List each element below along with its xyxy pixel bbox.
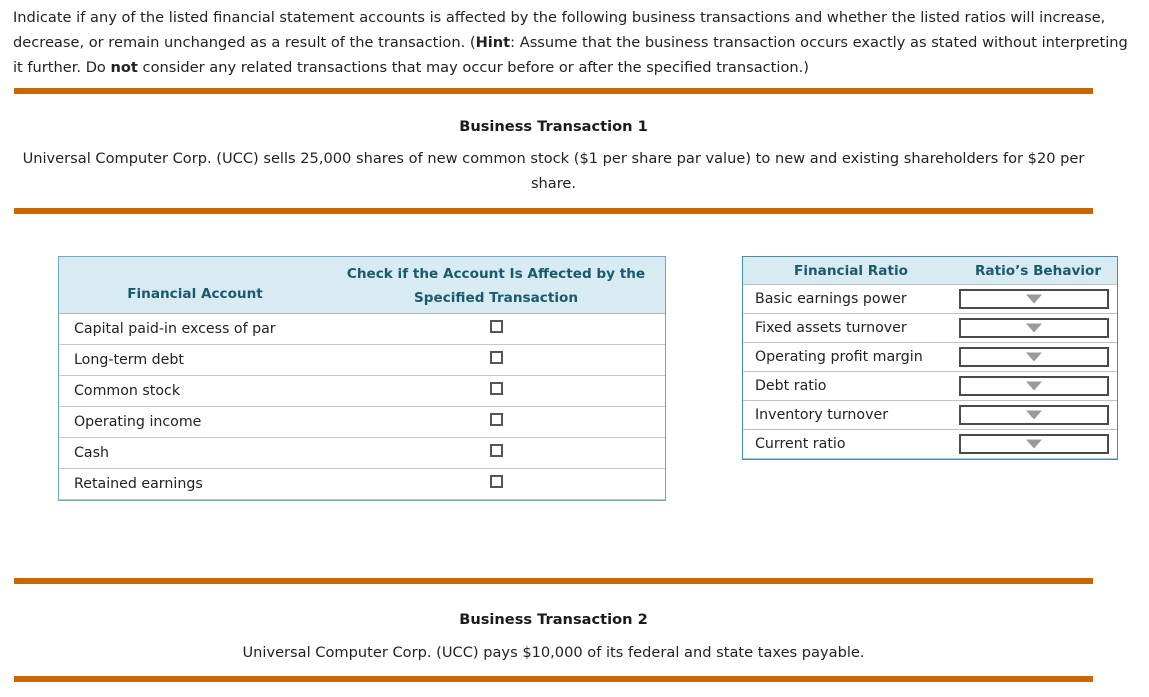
transaction-1-title: Business Transaction 1	[459, 118, 648, 135]
ratio-behavior-cell	[959, 289, 1117, 309]
table-row: Operating income	[59, 406, 665, 437]
transaction-2-title: Business Transaction 2	[459, 611, 648, 628]
checkbox-icon[interactable]	[489, 444, 503, 457]
checkbox-icon[interactable]	[489, 320, 503, 333]
account-name-cell: Cash	[74, 445, 109, 461]
table-row: Cash	[59, 437, 665, 468]
chevron-down-icon	[1026, 352, 1042, 362]
ratio-behavior-dropdown[interactable]	[959, 347, 1109, 367]
not-label: not	[110, 59, 138, 76]
chevron-down-icon	[1026, 439, 1042, 449]
table-row: Inventory turnover	[743, 400, 1117, 429]
ratio-behavior-cell	[959, 405, 1117, 425]
table-row: Operating profit margin	[743, 342, 1117, 371]
account-name-cell: Retained earnings	[74, 476, 203, 492]
divider-rule-bottom	[14, 676, 1093, 682]
transaction-2-block: Business Transaction 2 Universal Compute…	[14, 609, 1093, 665]
ratio-behavior-cell	[959, 376, 1117, 396]
ratio-name-cell: Operating profit margin	[755, 349, 923, 365]
instructions-part-3: consider any related transactions that m…	[137, 59, 809, 76]
account-checkbox-cell	[331, 469, 661, 488]
table-row: Fixed assets turnover	[743, 313, 1117, 342]
ratio-behavior-dropdown[interactable]	[959, 318, 1109, 338]
ratio-behavior-cell	[959, 434, 1117, 454]
account-name-cell: Common stock	[74, 383, 181, 399]
chevron-down-icon	[1026, 381, 1042, 391]
transaction-2-body: Universal Computer Corp. (UCC) pays $10,…	[242, 644, 865, 661]
table-row: Retained earnings	[59, 468, 665, 499]
chevron-down-icon	[1026, 323, 1042, 333]
ratio-behavior-cell	[959, 347, 1117, 367]
table-row: Debt ratio	[743, 371, 1117, 400]
financial-ratio-rows: Basic earnings power Fixed assets turnove…	[743, 284, 1117, 459]
ratio-behavior-cell	[959, 318, 1117, 338]
ratio-name-cell: Debt ratio	[755, 378, 827, 394]
ratio-behavior-dropdown[interactable]	[959, 289, 1109, 309]
account-name-cell: Operating income	[74, 414, 202, 430]
chevron-down-icon	[1026, 410, 1042, 420]
table-row: Long-term debt	[59, 344, 665, 375]
account-checkbox-cell	[331, 345, 661, 364]
financial-account-rows: Capital paid-in excess of par Long-term d…	[59, 313, 665, 500]
hint-label: Hint	[475, 34, 511, 51]
account-checkbox-cell	[331, 314, 661, 333]
account-name-cell: Capital paid-in excess of par	[74, 321, 276, 337]
checkbox-icon[interactable]	[489, 413, 503, 426]
account-checkbox-cell	[331, 376, 661, 395]
table-row: Common stock	[59, 375, 665, 406]
chevron-down-icon	[1026, 294, 1042, 304]
divider-rule-above-transaction-2	[14, 578, 1093, 584]
ratio-name-cell: Basic earnings power	[755, 291, 907, 307]
table-row: Capital paid-in excess of par	[59, 313, 665, 344]
ratio-behavior-dropdown[interactable]	[959, 434, 1109, 454]
table-row: Current ratio	[743, 429, 1117, 458]
ratio-name-cell: Current ratio	[755, 436, 846, 452]
account-checkbox-cell	[331, 407, 661, 426]
transaction-1-block: Business Transaction 1 Universal Compute…	[14, 116, 1093, 196]
table-row: Basic earnings power	[743, 284, 1117, 313]
transaction-1-body: Universal Computer Corp. (UCC) sells 25,…	[22, 150, 1085, 192]
column-header-ratio-behavior: Ratio’s Behavior	[974, 262, 1102, 279]
account-checkbox-cell	[331, 438, 661, 457]
column-header-check-if-affected: Check if the Account Is Affected by the …	[331, 260, 661, 313]
divider-rule-below-transaction-1	[14, 208, 1093, 214]
column-header-check-line-1: Check if the Account Is Affected by the	[346, 266, 646, 282]
ratio-name-cell: Fixed assets turnover	[755, 320, 907, 336]
column-header-financial-ratio: Financial Ratio	[794, 262, 908, 279]
checkbox-icon[interactable]	[489, 382, 503, 395]
ratio-behavior-dropdown[interactable]	[959, 376, 1109, 396]
column-header-financial-account: Financial Account	[127, 286, 263, 302]
checkbox-icon[interactable]	[489, 475, 503, 488]
financial-account-table: Financial Account Check if the Account I…	[58, 256, 666, 501]
ratio-name-cell: Inventory turnover	[755, 407, 889, 423]
checkbox-icon[interactable]	[489, 351, 503, 364]
column-header-check-line-2: Specified Transaction	[413, 290, 579, 306]
financial-ratio-table-header: Financial Ratio Ratio’s Behavior	[743, 257, 1117, 284]
financial-account-table-header: Financial Account Check if the Account I…	[59, 257, 665, 313]
financial-ratio-table: Financial Ratio Ratio’s Behavior Basic e…	[742, 256, 1118, 460]
divider-rule-top	[14, 88, 1093, 94]
instructions-paragraph: Indicate if any of the listed financial …	[13, 5, 1139, 80]
account-name-cell: Long-term debt	[74, 352, 184, 368]
ratio-behavior-dropdown[interactable]	[959, 405, 1109, 425]
